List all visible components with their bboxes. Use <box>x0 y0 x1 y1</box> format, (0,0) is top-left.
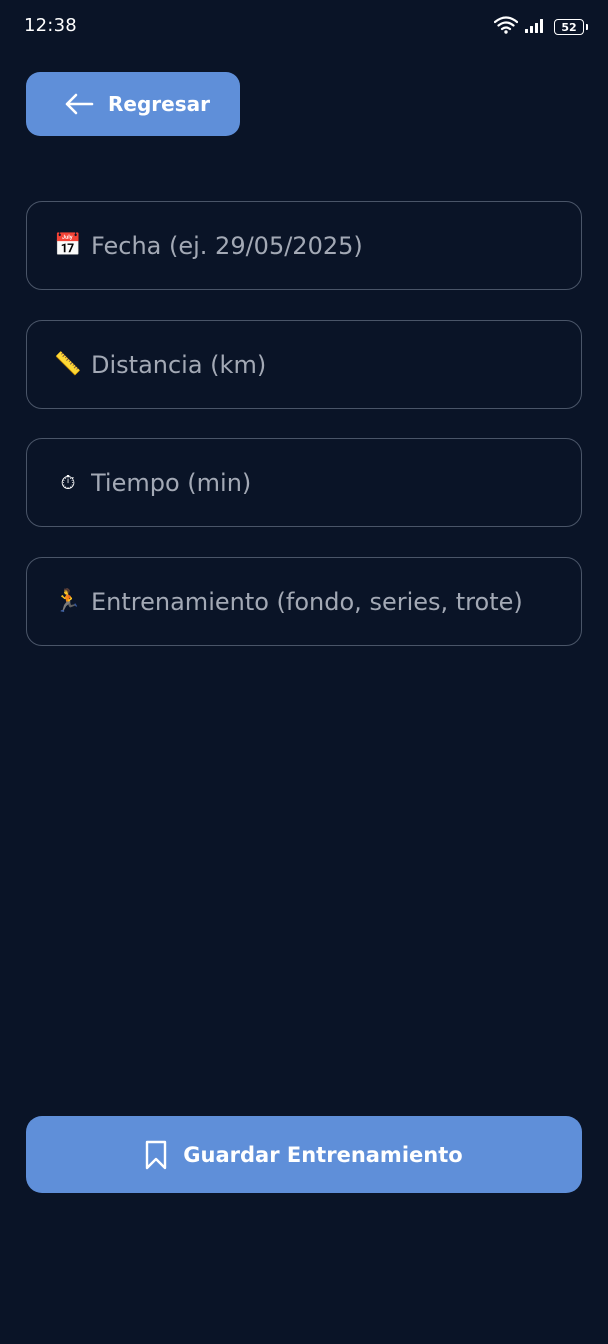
bookmark-icon <box>146 1140 167 1169</box>
distance-input[interactable] <box>91 350 551 379</box>
arrow-left-icon <box>65 93 94 115</box>
distance-field[interactable]: 📏 <box>26 320 582 409</box>
stopwatch-icon: ⏱ <box>60 471 76 494</box>
wifi-icon <box>493 16 519 38</box>
status-time: 12:38 <box>24 15 77 36</box>
time-field[interactable]: ⏱ <box>26 438 582 527</box>
ruler-icon: 📏 <box>54 352 82 377</box>
battery-icon: 52 <box>554 19 588 35</box>
training-type-field[interactable]: 🏃 <box>26 557 582 646</box>
signal-icon <box>525 17 547 37</box>
status-bar: 12:38 52 <box>0 0 608 52</box>
time-input[interactable] <box>91 468 551 497</box>
back-button[interactable]: Regresar <box>26 72 240 136</box>
back-button-label: Regresar <box>108 92 210 116</box>
date-field[interactable]: 📅 <box>26 201 582 290</box>
save-training-button-label: Guardar Entrenamiento <box>183 1142 463 1167</box>
calendar-icon: 📅 <box>54 233 82 258</box>
battery-level: 52 <box>561 20 577 34</box>
status-icons: 52 <box>493 16 588 38</box>
runner-icon: 🏃 <box>54 589 82 614</box>
save-training-button[interactable]: Guardar Entrenamiento <box>26 1116 582 1193</box>
date-input[interactable] <box>91 231 551 260</box>
training-type-input[interactable] <box>91 587 551 616</box>
